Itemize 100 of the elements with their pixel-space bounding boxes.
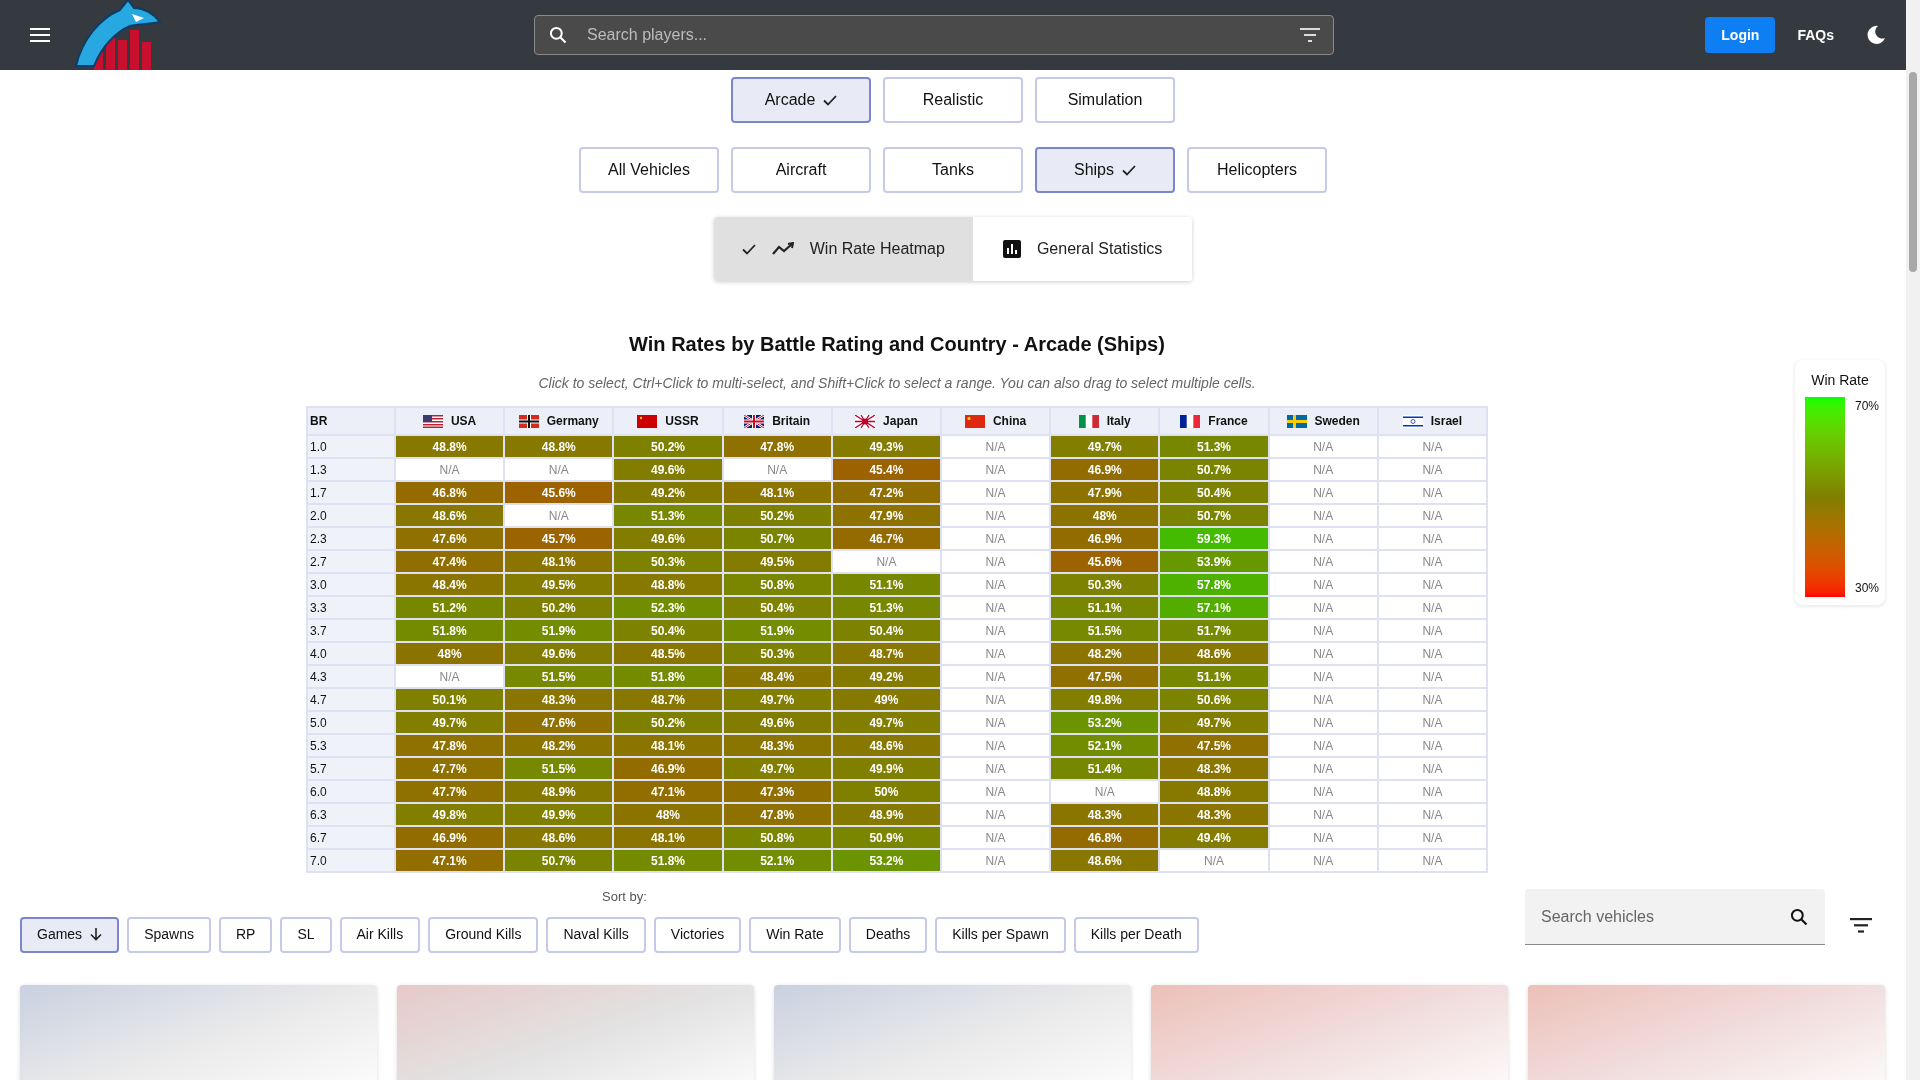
game-mode-button[interactable]: Realistic — [883, 77, 1023, 123]
heatmap-cell[interactable]: N/A — [505, 505, 613, 526]
moon-icon[interactable] — [1866, 25, 1886, 45]
heatmap-cell[interactable]: N/A — [1269, 827, 1377, 848]
heatmap-cell[interactable]: 50.7% — [505, 850, 613, 871]
heatmap-cell[interactable]: 47.7% — [396, 781, 504, 802]
sort-button[interactable]: Victories — [653, 916, 742, 953]
heatmap-cell[interactable]: 50% — [832, 781, 940, 802]
heatmap-cell[interactable]: 53.9% — [1160, 551, 1268, 572]
heatmap-cell[interactable]: 48.1% — [614, 827, 722, 848]
heatmap-cell[interactable]: 53.2% — [1051, 712, 1159, 733]
heatmap-cell[interactable]: 50.2% — [614, 712, 722, 733]
heatmap-cell[interactable]: 48% — [1051, 505, 1159, 526]
heatmap-cell[interactable]: 47.8% — [396, 735, 504, 756]
filter-icon[interactable] — [1300, 28, 1320, 42]
heatmap-cell[interactable]: 48.8% — [1160, 781, 1268, 802]
vehicle-search-field[interactable]: Search vehicles — [1525, 889, 1825, 945]
heatmap-cell[interactable]: 46.8% — [1051, 827, 1159, 848]
heatmap-cell[interactable]: N/A — [1378, 459, 1486, 480]
login-button[interactable]: Login — [1705, 17, 1776, 53]
heatmap-cell[interactable]: 51.3% — [614, 505, 722, 526]
heatmap-cell[interactable]: 50.4% — [1160, 482, 1268, 503]
heatmap-cell[interactable]: 48.8% — [396, 436, 504, 457]
heatmap-cell[interactable]: N/A — [1378, 643, 1486, 664]
heatmap-cell[interactable]: N/A — [942, 666, 1050, 687]
heatmap-cell[interactable]: 48.2% — [505, 735, 613, 756]
heatmap-cell[interactable]: 50.8% — [723, 574, 831, 595]
heatmap-cell[interactable]: N/A — [942, 758, 1050, 779]
heatmap-cell[interactable]: 50.3% — [723, 643, 831, 664]
heatmap-cell[interactable]: 47.6% — [505, 712, 613, 733]
heatmap-cell[interactable]: 57.8% — [1160, 574, 1268, 595]
heatmap-cell[interactable]: 49.9% — [832, 758, 940, 779]
heatmap-cell[interactable]: 48.9% — [505, 781, 613, 802]
heatmap-cell[interactable]: N/A — [942, 643, 1050, 664]
sort-button[interactable]: Win Rate — [749, 916, 841, 953]
heatmap-cell[interactable]: 46.9% — [614, 758, 722, 779]
heatmap-cell[interactable]: 52.1% — [1051, 735, 1159, 756]
heatmap-cell[interactable]: 53.2% — [832, 850, 940, 871]
heatmap-cell[interactable]: 46.9% — [1051, 528, 1159, 549]
heatmap-cell[interactable]: 49.7% — [832, 712, 940, 733]
heatmap-cell[interactable]: 51.9% — [723, 620, 831, 641]
view-tab[interactable]: Win Rate Heatmap — [713, 217, 973, 281]
heatmap-cell[interactable]: N/A — [1378, 689, 1486, 710]
player-search-field[interactable]: Search players... — [534, 15, 1334, 55]
heatmap-cell[interactable]: 51.8% — [396, 620, 504, 641]
heatmap-cell[interactable]: 50.8% — [723, 827, 831, 848]
heatmap-cell[interactable]: N/A — [1269, 459, 1377, 480]
heatmap-cell[interactable]: 47.9% — [832, 505, 940, 526]
heatmap-cell[interactable]: 48.7% — [614, 689, 722, 710]
heatmap-cell[interactable]: N/A — [942, 551, 1050, 572]
heatmap-cell[interactable]: N/A — [1378, 574, 1486, 595]
heatmap-cell[interactable]: 47.6% — [396, 528, 504, 549]
heatmap-cell[interactable]: N/A — [1269, 482, 1377, 503]
heatmap-cell[interactable]: 50.7% — [1160, 505, 1268, 526]
heatmap-cell[interactable]: 49.7% — [723, 689, 831, 710]
heatmap-cell[interactable]: N/A — [942, 574, 1050, 595]
heatmap-cell[interactable]: 49.7% — [723, 758, 831, 779]
heatmap-cell[interactable]: N/A — [942, 597, 1050, 618]
heatmap-cell[interactable]: N/A — [1378, 436, 1486, 457]
heatmap-cell[interactable]: 50.6% — [1160, 689, 1268, 710]
heatmap-cell[interactable]: N/A — [942, 827, 1050, 848]
heatmap-cell[interactable]: 49.4% — [1160, 827, 1268, 848]
heatmap-cell[interactable]: 48.4% — [396, 574, 504, 595]
heatmap-cell[interactable]: N/A — [942, 689, 1050, 710]
heatmap-cell[interactable]: 48.6% — [396, 505, 504, 526]
heatmap-cell[interactable]: 49% — [832, 689, 940, 710]
heatmap-cell[interactable]: N/A — [942, 712, 1050, 733]
heatmap-cell[interactable]: N/A — [942, 735, 1050, 756]
heatmap-cell[interactable]: 48.6% — [832, 735, 940, 756]
heatmap-cell[interactable]: 51.1% — [1051, 597, 1159, 618]
heatmap-cell[interactable]: 51.9% — [505, 620, 613, 641]
heatmap-cell[interactable]: 49.5% — [723, 551, 831, 572]
heatmap-cell[interactable]: N/A — [942, 436, 1050, 457]
heatmap-cell[interactable]: N/A — [1269, 735, 1377, 756]
heatmap-cell[interactable]: 52.3% — [614, 597, 722, 618]
heatmap-cell[interactable]: 50.7% — [1160, 459, 1268, 480]
heatmap-cell[interactable]: 48.3% — [1160, 758, 1268, 779]
scrollbar[interactable] — [1906, 0, 1920, 1080]
heatmap-cell[interactable]: 50.2% — [505, 597, 613, 618]
heatmap-cell[interactable]: N/A — [1269, 781, 1377, 802]
heatmap-cell[interactable]: N/A — [942, 482, 1050, 503]
heatmap-cell[interactable]: 50.9% — [832, 827, 940, 848]
heatmap-cell[interactable]: 47.1% — [396, 850, 504, 871]
heatmap-cell[interactable]: 47.4% — [396, 551, 504, 572]
heatmap-cell[interactable]: 48.7% — [832, 643, 940, 664]
heatmap-cell[interactable]: 52.1% — [723, 850, 831, 871]
heatmap-cell[interactable]: 47.5% — [1160, 735, 1268, 756]
heatmap-cell[interactable]: N/A — [505, 459, 613, 480]
heatmap-cell[interactable]: 46.9% — [1051, 459, 1159, 480]
heatmap-cell[interactable]: 49.7% — [1051, 436, 1159, 457]
vehicle-type-button[interactable]: Helicopters — [1187, 147, 1327, 193]
heatmap-cell[interactable]: 51.5% — [505, 666, 613, 687]
sort-button[interactable]: Ground Kills — [428, 916, 539, 953]
heatmap-cell[interactable]: 49.7% — [1160, 712, 1268, 733]
heatmap-cell[interactable]: 48.3% — [1160, 804, 1268, 825]
heatmap-cell[interactable]: 49.6% — [723, 712, 831, 733]
heatmap-cell[interactable]: 51.1% — [1160, 666, 1268, 687]
heatmap-cell[interactable]: 47.8% — [723, 436, 831, 457]
vehicle-type-button[interactable]: Tanks — [883, 147, 1023, 193]
sort-button[interactable]: Kills per Spawn — [935, 916, 1066, 953]
